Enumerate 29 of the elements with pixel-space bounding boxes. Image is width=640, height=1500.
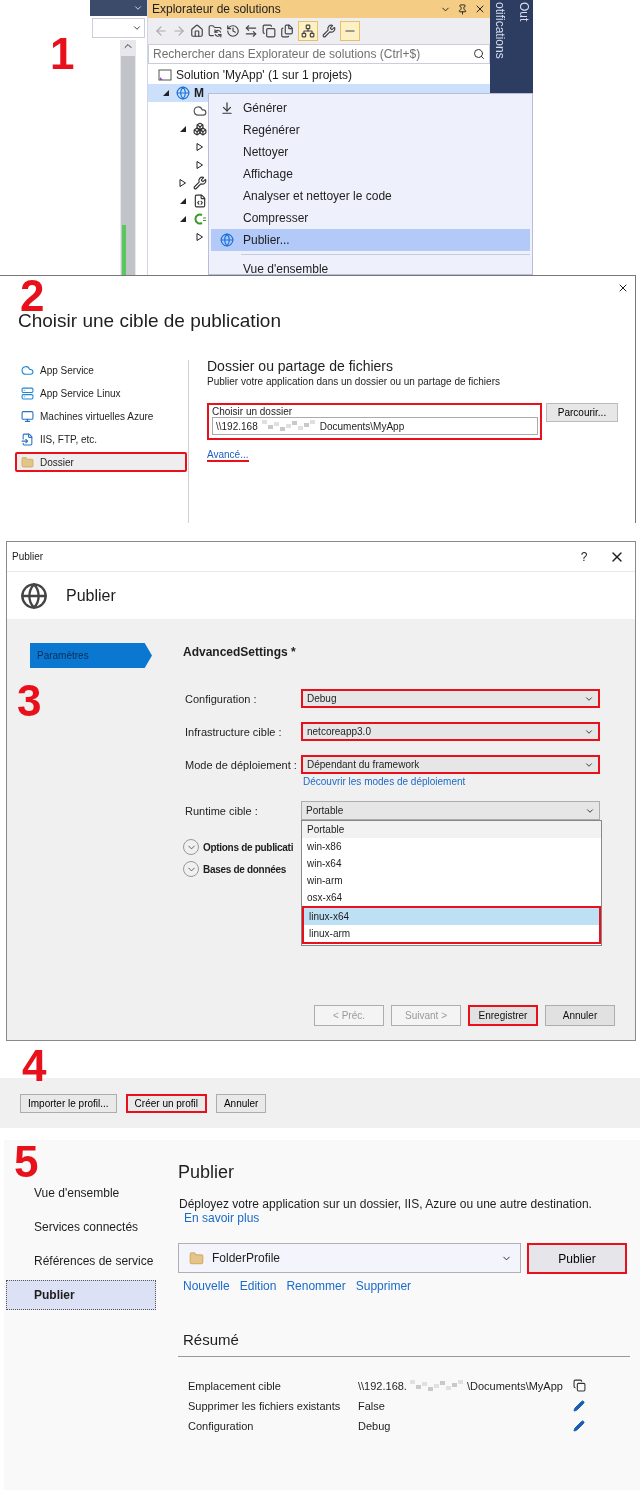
field-label: Choisir un dossier (212, 406, 294, 417)
page-title: Publier (178, 1162, 236, 1183)
step-number: 1 (50, 32, 75, 76)
step-number: 3 (17, 679, 42, 723)
header-title: Publier (66, 586, 116, 605)
field-label: Mode de déploiement : (184, 758, 298, 771)
profile-name: AdvancedSettings * (183, 645, 297, 659)
field-label: Configuration : (184, 692, 258, 705)
section-title: Résumé (178, 1331, 630, 1357)
description: Déployez votre application sur un dossier, IIS, Azure ou une autre destination. (178, 1197, 593, 1211)
field-label: Infrastructure cible : (184, 725, 283, 738)
summary-value: \Documents\MyApp (466, 1379, 563, 1392)
panel-heading: Dossier ou partage de fichiers (207, 358, 394, 374)
step-number: 4 (22, 1044, 47, 1088)
summary-label: Supprimer les fichiers existants (188, 1400, 342, 1412)
panel-title: Explorateur de solutions (152, 2, 282, 16)
window-title: Publier (12, 551, 45, 562)
section-label: Bases de données (203, 863, 286, 875)
panel-subheading: Publier votre application dans un dossier ou un partage de fichiers (207, 376, 501, 387)
summary-value: False (358, 1400, 386, 1412)
summary-label: Emplacement cible (188, 1379, 282, 1392)
field-label: Runtime cible : (184, 804, 259, 817)
tree-label: Solution 'MyApp' (1 sur 1 projets) (176, 68, 352, 82)
step-number: 5 (14, 1140, 39, 1184)
summary-value: \\192.168. (358, 1379, 407, 1392)
summary-label: Configuration (188, 1420, 255, 1432)
section-label: Options de publicati (203, 841, 294, 853)
tree-label: M (194, 86, 204, 100)
summary-value: Debug (358, 1420, 392, 1432)
